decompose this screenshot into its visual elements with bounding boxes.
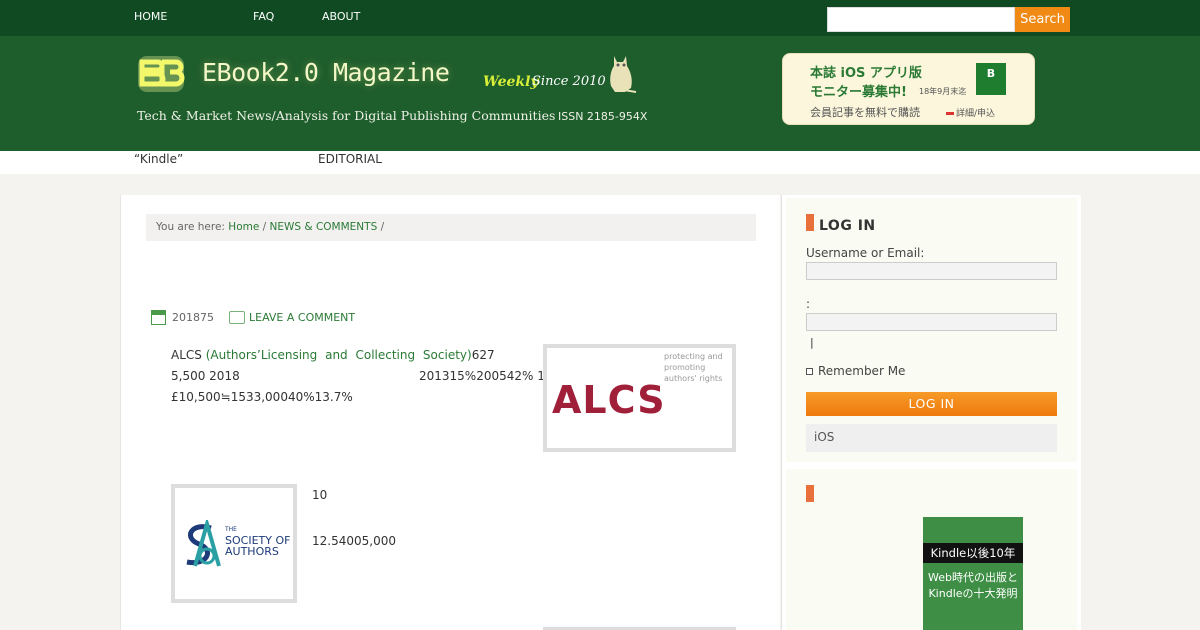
- main-content: You are here: Home / NEWS & COMMENTS / 2…: [120, 195, 780, 630]
- username-label: Username or Email:: [806, 246, 925, 260]
- alcs-tagline: protecting and promoting authors' rights: [664, 352, 723, 383]
- post-paragraph-1-line-3: £10,500≒1533,00040%13.7%: [171, 390, 353, 404]
- book-subtitle-1: Web時代の出版と: [928, 571, 1018, 584]
- soa-line-2: AUTHORS: [225, 545, 279, 558]
- paragraph-text: 627: [471, 348, 495, 362]
- promo-line-3: 会員記事を無料で購読: [810, 106, 920, 119]
- ebook-logo-icon[interactable]: [136, 54, 186, 94]
- login-button[interactable]: LOG IN: [806, 392, 1057, 416]
- search-button[interactable]: Search: [1015, 7, 1070, 32]
- username-field[interactable]: [806, 262, 1057, 280]
- remember-me-checkbox[interactable]: [806, 368, 813, 375]
- site-header: EBook2.0 Magazine Weekly Since 2010 Tech…: [0, 36, 1200, 151]
- post-paragraph-1-line-2a: 5,500 2018: [171, 369, 240, 383]
- widget-title-marker: [806, 485, 814, 502]
- promo-line-2: モニター募集中!: [810, 85, 907, 100]
- promo-line-1: 本誌 iOS アプリ版: [810, 66, 922, 81]
- alcs-link[interactable]: (Authors’Licensing and Collecting Societ…: [206, 348, 472, 362]
- widget-title-marker: [806, 214, 814, 231]
- text-caret: |: [810, 336, 814, 349]
- login-title: LOG IN: [819, 218, 876, 234]
- app-badge-icon: B: [976, 63, 1006, 95]
- breadcrumb-home-link[interactable]: Home: [228, 221, 259, 233]
- nav-about-link[interactable]: ABOUT: [322, 10, 360, 23]
- breadcrumb-prefix: You are here:: [156, 221, 225, 233]
- alcs-logo-image[interactable]: protecting and promoting authors' rights…: [543, 344, 736, 452]
- calendar-icon: [151, 310, 166, 325]
- soa-wordmark: THE SOCIETY OF AUTHORS: [225, 524, 290, 557]
- book-band-title: Kindle以後10年: [923, 543, 1023, 563]
- top-nav-bar: HOME FAQ ABOUT Search: [0, 0, 1200, 36]
- subnav-editorial-link[interactable]: EDITORIAL: [318, 152, 382, 166]
- ios-link[interactable]: iOS: [806, 424, 1057, 452]
- nav-faq-link[interactable]: FAQ: [253, 10, 274, 23]
- post-paragraph-2-line-1: 10: [312, 488, 328, 502]
- leave-comment-link[interactable]: LEAVE A COMMENT: [249, 311, 355, 324]
- remember-me-label: Remember Me: [818, 364, 906, 378]
- paragraph-text: ALCS: [171, 348, 202, 362]
- sidebar: LOG IN Username or Email: : | Remember M…: [781, 195, 1081, 630]
- site-tagline: Tech & Market News/Analysis for Digital …: [137, 108, 556, 123]
- breadcrumb: You are here: Home / NEWS & COMMENTS /: [146, 214, 756, 241]
- post-date: 201875: [172, 311, 214, 324]
- book-widget: Kindle以後10年 Web時代の出版と Kindleの十大発明: [786, 469, 1077, 630]
- breadcrumb-separator: /: [262, 221, 267, 233]
- promo-deadline: 18年9月末迄: [919, 87, 967, 96]
- secondary-nav: “Kindle” EDITORIAL: [0, 151, 1200, 174]
- post-paragraph-1: ALCS (Authors’Licensing and Collecting S…: [171, 348, 495, 362]
- kindle-book-cover[interactable]: Kindle以後10年 Web時代の出版と Kindleの十大発明: [923, 517, 1023, 630]
- subnav-kindle-link[interactable]: “Kindle”: [134, 152, 183, 166]
- comment-icon: [229, 311, 245, 324]
- logo-title[interactable]: EBook2.0 Magazine: [202, 58, 450, 87]
- breadcrumb-separator: /: [380, 221, 385, 233]
- book-subtitle-2: Kindleの十大発明: [928, 587, 1018, 600]
- nav-home-link[interactable]: HOME: [134, 10, 167, 23]
- logo-weekly: Weekly: [483, 74, 539, 90]
- search-input[interactable]: [827, 7, 1015, 32]
- promo-details-link[interactable]: 詳細/申込: [946, 106, 995, 119]
- issn-number: ISSN 2185-954X: [558, 110, 648, 123]
- ios-app-promo-banner[interactable]: 本誌 iOS アプリ版 モニター募集中! 18年9月末迄 会員記事を無料で購読 …: [782, 53, 1035, 125]
- login-widget: LOG IN Username or Email: : | Remember M…: [786, 198, 1077, 462]
- soa-monogram-icon: [186, 520, 221, 567]
- password-field[interactable]: [806, 313, 1057, 331]
- password-label: :: [806, 297, 811, 311]
- owl-mascot-icon: [610, 56, 637, 93]
- society-of-authors-logo-image[interactable]: THE SOCIETY OF AUTHORS: [171, 484, 297, 603]
- breadcrumb-section-link[interactable]: NEWS & COMMENTS: [270, 221, 378, 233]
- alcs-wordmark: ALCS: [552, 378, 666, 422]
- post-paragraph-2-line-2: 12.54005,000: [312, 534, 396, 548]
- post-paragraph-1-line-2b: 201315%200542% 1: [419, 369, 545, 383]
- logo-since: Since 2010: [532, 74, 606, 89]
